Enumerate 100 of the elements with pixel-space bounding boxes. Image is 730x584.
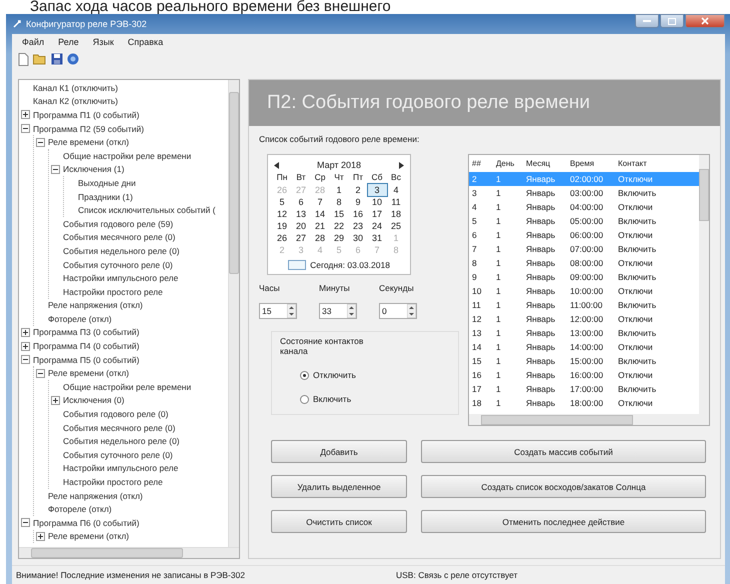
radio-label[interactable]: Включить [313, 394, 352, 404]
expand-icon[interactable] [51, 396, 60, 405]
maximize-button[interactable] [660, 14, 684, 28]
expand-icon[interactable] [21, 328, 30, 337]
calendar-day[interactable]: 27 [292, 232, 310, 244]
tree-item[interactable]: События месячного реле (0) [63, 422, 176, 433]
calendar-day[interactable]: 8 [330, 196, 348, 208]
tree-item[interactable]: Исключения (0) [63, 395, 124, 406]
table-row[interactable]: 11 1 Январь 11:00:00 Включить [469, 298, 699, 312]
calendar-day[interactable]: 19 [272, 220, 292, 232]
tree-item[interactable]: События недельного реле (0) [63, 246, 180, 256]
collapse-icon[interactable] [21, 124, 30, 134]
calendar-day[interactable]: 4 [386, 184, 406, 196]
tree-item[interactable]: Реле времени (откл) [48, 531, 130, 542]
radio-button[interactable] [300, 370, 309, 380]
tree-item[interactable]: Реле времени (откл) [48, 368, 130, 378]
tree-item[interactable]: События месячного реле (0) [63, 232, 176, 242]
action-button[interactable]: Очистить список [271, 510, 407, 533]
calendar-day[interactable]: 11 [386, 196, 406, 208]
today-label[interactable]: Сегодня: 03.03.2018 [310, 260, 390, 270]
table-row[interactable]: 8 1 Январь 08:00:00 Отключи [469, 256, 699, 270]
vertical-scrollbar[interactable] [228, 80, 239, 547]
action-button[interactable]: Создать список восходов/закатов Солнца [421, 475, 706, 498]
collapse-icon[interactable] [51, 164, 60, 174]
spinner-arrows-icon[interactable] [287, 304, 296, 318]
tree-item[interactable]: События недельного реле (0) [63, 436, 180, 446]
number-spinner[interactable]: 33 [319, 303, 357, 319]
tree-item[interactable]: Настройки простого реле [63, 286, 163, 297]
calendar-day[interactable]: 26 [272, 232, 292, 244]
tree-item[interactable]: Программа П1 (0 событий) [33, 110, 140, 120]
tree-item[interactable]: Список исключительных событий ( [78, 205, 216, 216]
table-row[interactable]: 17 1 Январь 17:00:00 Включить [469, 382, 699, 396]
column-header[interactable]: Время [567, 159, 615, 168]
save-icon[interactable] [51, 53, 63, 65]
tree-item[interactable]: Фотореле (откл) [48, 504, 112, 514]
spinner-arrows-icon[interactable] [407, 304, 416, 318]
tree-item[interactable]: Программа П3 (0 событий) [33, 327, 140, 338]
calendar-day[interactable]: 30 [348, 232, 368, 244]
calendar-day[interactable]: 28 [310, 232, 330, 244]
radio-label[interactable]: Отключить [313, 370, 356, 380]
table-row[interactable]: 10 1 Январь 10:00:00 Отключи [469, 284, 699, 298]
table-row[interactable]: 7 1 Январь 07:00:00 Включить [469, 242, 699, 256]
calendar-day[interactable]: 3 [368, 184, 386, 196]
tree-item[interactable]: Программа П5 (0 событий) [33, 354, 140, 365]
collapse-icon[interactable] [36, 368, 45, 378]
calendar-day[interactable]: 16 [348, 208, 368, 220]
action-button[interactable]: Создать массив событий [421, 440, 706, 463]
calendar-day[interactable]: 22 [330, 220, 348, 232]
table-row[interactable]: 15 1 Январь 15:00:00 Включить [469, 354, 699, 368]
number-spinner[interactable]: 0 [379, 303, 417, 319]
tree-item[interactable]: Реле напряжения (откл) [48, 490, 143, 501]
calendar-day[interactable]: 5 [272, 196, 292, 208]
calendar-day[interactable]: 25 [386, 220, 406, 232]
expand-icon[interactable] [36, 532, 45, 541]
tree-item[interactable]: События годового реле (0) [63, 409, 168, 420]
calendar-day[interactable]: 10 [368, 196, 386, 208]
tree-item[interactable]: Настройки простого реле [63, 477, 163, 488]
table-row[interactable]: 6 1 Январь 06:00:00 Отключи [469, 228, 699, 242]
action-button[interactable]: Добавить [271, 440, 407, 463]
table-row[interactable]: 5 1 Январь 05:00:00 Включить [469, 214, 699, 228]
tree-item[interactable]: Канал К2 (отключить) [33, 96, 118, 106]
calendar[interactable]: Март 2018 Пн Вт Ср Чт Пт Сб Вс 26 27 28 1 2 3 4 5 6 7 8 9 10 11 12 13 14 15 16 17 18 19 20 21 22 23 24 25 26 27 28 29 30 31 1 2 3 4 5 6 7 8 Сегодня: 03.03.2018 [267, 154, 411, 275]
calendar-day[interactable]: 20 [292, 220, 310, 232]
calendar-day[interactable]: 21 [310, 220, 330, 232]
collapse-icon[interactable] [36, 138, 45, 147]
tree-item[interactable]: Общие настройки реле времени [63, 150, 192, 161]
calendar-day[interactable]: 31 [368, 232, 386, 244]
tree-item[interactable]: Реле времени (откл) [48, 137, 130, 148]
tree-item[interactable]: События суточного реле (0) [63, 260, 173, 270]
tree-item[interactable]: Настройки импульсного реле [63, 463, 178, 474]
calendar-day[interactable]: 1 [330, 184, 348, 196]
column-header[interactable]: ## [469, 159, 493, 168]
tree-item[interactable]: События годового реле (59) [63, 218, 174, 229]
menu-item[interactable]: Язык [92, 37, 114, 49]
action-button[interactable]: Отменить последнее действие [421, 510, 706, 533]
close-button[interactable] [685, 14, 725, 28]
tree-item[interactable]: Праздники (1) [78, 192, 133, 202]
new-document-icon[interactable] [18, 52, 29, 66]
menu-item[interactable]: Реле [58, 37, 79, 49]
calendar-day[interactable]: 15 [330, 208, 348, 220]
calendar-day[interactable]: 13 [292, 208, 310, 220]
calendar-day[interactable]: 17 [368, 208, 386, 220]
calendar-day[interactable]: 2 [348, 184, 368, 196]
tree-item[interactable]: Программа П2 (59 событий) [33, 124, 144, 134]
table-row[interactable]: 12 1 Январь 12:00:00 Отключи [469, 312, 699, 326]
radio-button[interactable] [300, 394, 309, 404]
column-header[interactable]: Месяц [523, 159, 567, 168]
calendar-day[interactable]: 12 [272, 208, 292, 220]
collapse-icon[interactable] [21, 518, 30, 528]
tree-item[interactable]: Программа П4 (0 событий) [33, 341, 140, 352]
folder-icon[interactable] [33, 53, 47, 65]
tree-item[interactable]: События суточного реле (0) [63, 450, 173, 460]
horizontal-scrollbar[interactable] [19, 547, 239, 558]
table-row[interactable]: 3 1 Январь 03:00:00 Включить [469, 186, 699, 200]
collapse-icon[interactable] [21, 355, 30, 364]
tree-item[interactable]: Общие настройки реле времени [63, 382, 192, 392]
minimize-button[interactable] [635, 14, 659, 28]
action-button[interactable]: Удалить выделенное [271, 475, 407, 498]
calendar-day[interactable]: 18 [386, 208, 406, 220]
calendar-day[interactable]: 23 [348, 220, 368, 232]
